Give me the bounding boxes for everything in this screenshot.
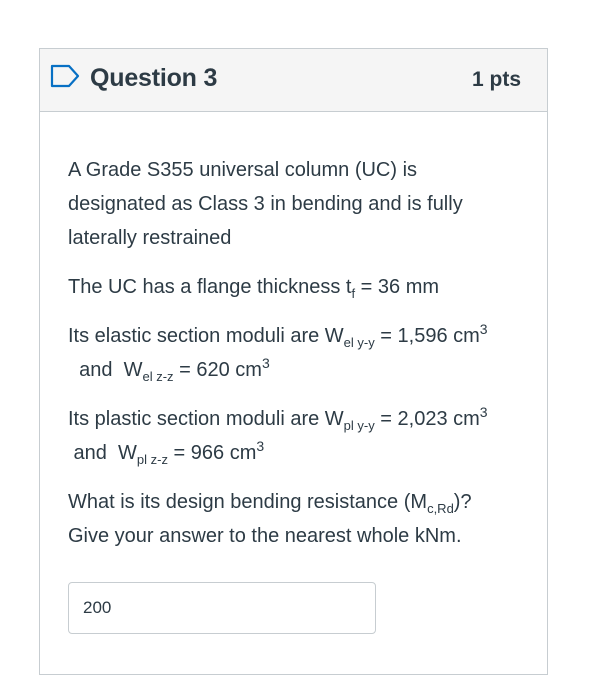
text-span: = 2,023 cm — [374, 408, 480, 430]
text-span: and W — [68, 442, 137, 464]
subscript: el y-y — [343, 335, 375, 350]
superscript: 3 — [256, 438, 265, 454]
text-span: = 36 mm — [355, 276, 440, 298]
superscript: 3 — [479, 321, 488, 337]
question-header: Question 3 1 pts — [40, 49, 547, 112]
text-span: The UC has a flange thickness t — [68, 276, 352, 298]
text-span: and W — [68, 359, 143, 381]
question-text: A Grade S355 universal column (UC) is de… — [68, 153, 518, 568]
text-span: = 620 cm — [173, 359, 262, 381]
subscript: c,Rd — [427, 501, 454, 516]
question-points: 1 pts — [471, 68, 521, 91]
superscript: 3 — [261, 355, 270, 371]
subscript: pl z-z — [136, 452, 168, 467]
flag-outline-icon[interactable] — [50, 64, 80, 88]
text-span: = 966 cm — [167, 442, 257, 464]
answer-input[interactable] — [68, 582, 376, 634]
text-span: What is its design bending resistance (M — [68, 491, 428, 513]
question-paragraph-3: Its elastic section moduli are Wel y-y =… — [68, 319, 518, 387]
question-paragraph-5: What is its design bending resistance (M… — [68, 485, 518, 553]
question-paragraph-2: The UC has a flange thickness tf = 36 mm — [68, 270, 518, 304]
text-span: = 1,596 cm — [374, 325, 480, 347]
question-paragraph-1: A Grade S355 universal column (UC) is de… — [68, 159, 463, 249]
question-paragraph-4: Its plastic section moduli are Wpl y-y =… — [68, 402, 518, 470]
text-span: Its plastic section moduli are W — [68, 408, 344, 430]
subscript: el z-z — [142, 369, 174, 384]
subscript: pl y-y — [343, 418, 375, 433]
question-card: Question 3 1 pts A Grade S355 universal … — [39, 48, 548, 675]
question-title: Question 3 — [90, 64, 218, 92]
text-span: Its elastic section moduli are W — [68, 325, 344, 347]
superscript: 3 — [479, 404, 488, 420]
